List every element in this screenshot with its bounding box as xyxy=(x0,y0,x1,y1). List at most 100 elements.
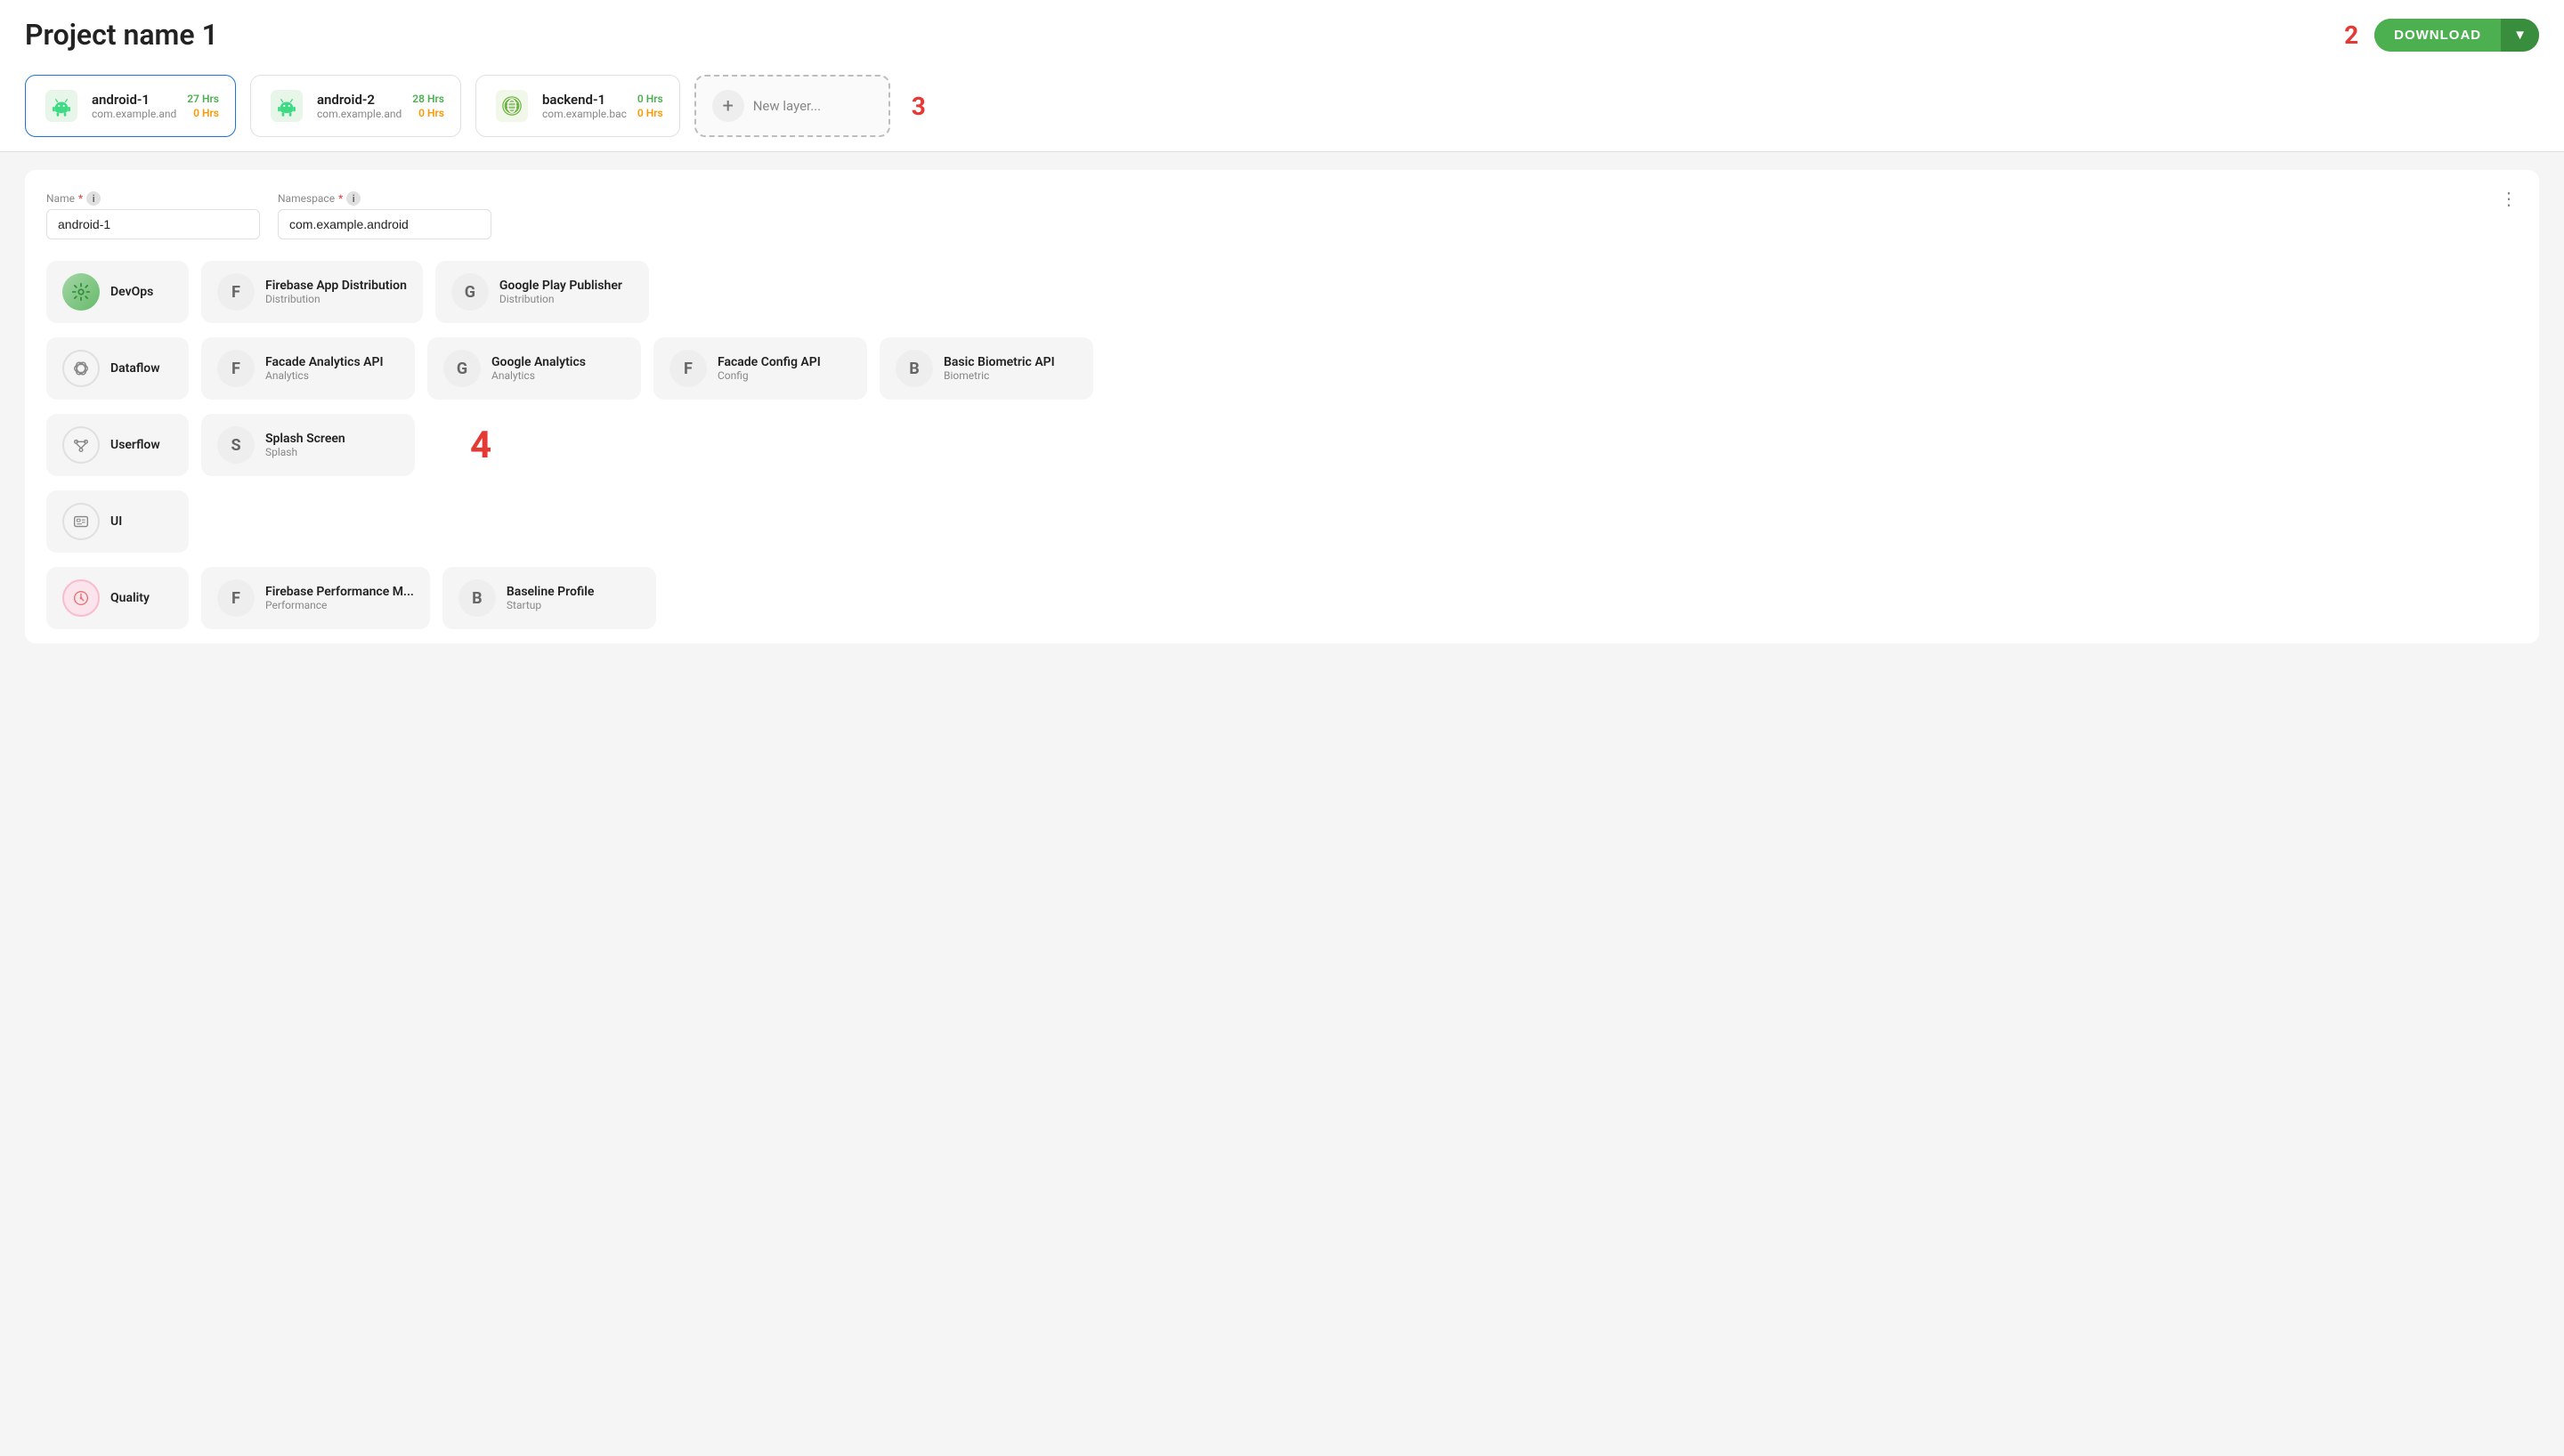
dataflow-icon xyxy=(62,350,100,387)
num4-badge: 4 xyxy=(427,414,534,476)
devops-text: DevOps xyxy=(110,285,153,299)
module-card-basic-biometric[interactable]: B Basic Biometric API Biometric xyxy=(880,337,1093,400)
module-card-dataflow[interactable]: Dataflow xyxy=(46,337,189,400)
module-card-devops[interactable]: DevOps xyxy=(46,261,189,323)
android-2-ns: com.example.and xyxy=(317,108,402,120)
module-card-ui[interactable]: UI xyxy=(46,490,189,553)
namespace-label: Namespace* i xyxy=(278,191,491,206)
google-play-icon: G xyxy=(451,273,489,311)
baseline-profile-text: Baseline Profile Startup xyxy=(507,585,595,611)
dataflow-text: Dataflow xyxy=(110,361,160,376)
namespace-info-icon[interactable]: i xyxy=(346,191,361,206)
android-1-hrs2: 0 Hrs xyxy=(193,107,219,119)
backend-1-hrs1: 0 Hrs xyxy=(637,93,663,105)
namespace-input[interactable] xyxy=(278,209,491,239)
android-2-info: android-2 com.example.and xyxy=(317,92,402,120)
devops-name: DevOps xyxy=(110,285,153,299)
backend-1-icon xyxy=(492,86,531,125)
module-card-splash[interactable]: S Splash Screen Splash xyxy=(201,414,415,476)
facade-config-name: Facade Config API xyxy=(718,355,821,369)
firebase-dist-text: Firebase App Distribution Distribution xyxy=(265,279,407,305)
header-num-badge: 2 xyxy=(2344,20,2358,50)
module-card-userflow[interactable]: Userflow xyxy=(46,414,189,476)
facade-analytics-name: Facade Analytics API xyxy=(265,355,383,369)
module-card-google-analytics[interactable]: G Google Analytics Analytics xyxy=(427,337,641,400)
google-play-sub: Distribution xyxy=(499,293,622,305)
new-layer-label: New layer... xyxy=(753,98,821,114)
android-2-hrs1: 28 Hrs xyxy=(412,93,444,105)
facade-config-text: Facade Config API Config xyxy=(718,355,821,382)
new-layer-card[interactable]: + New layer... xyxy=(694,75,890,137)
google-analytics-name: Google Analytics xyxy=(491,355,586,369)
ui-name: UI xyxy=(110,514,122,529)
baseline-profile-name: Baseline Profile xyxy=(507,585,595,599)
google-analytics-icon: G xyxy=(443,350,481,387)
module-card-baseline-profile[interactable]: B Baseline Profile Startup xyxy=(442,567,656,629)
new-layer-num-badge: 3 xyxy=(905,75,926,137)
devops-icon xyxy=(62,273,100,311)
layers-row: android-1 com.example.and 27 Hrs 0 Hrs xyxy=(0,62,2564,152)
google-play-text: Google Play Publisher Distribution xyxy=(499,279,622,305)
android-1-icon xyxy=(42,86,81,125)
more-options-button[interactable]: ⋮ xyxy=(2495,186,2523,212)
module-card-quality[interactable]: Quality xyxy=(46,567,189,629)
splash-text: Splash Screen Splash xyxy=(265,432,345,458)
firebase-perf-name: Firebase Performance M... xyxy=(265,585,414,599)
layer-card-android-2[interactable]: android-2 com.example.and 28 Hrs 0 Hrs xyxy=(250,75,461,137)
android-1-name: android-1 xyxy=(92,92,176,108)
project-title-num: 1 xyxy=(202,18,218,52)
userflow-icon xyxy=(62,426,100,464)
download-button-wrap: DOWNLOAD ▼ xyxy=(2374,19,2539,52)
android-1-info: android-1 com.example.and xyxy=(92,92,176,120)
android-1-meta: 27 Hrs 0 Hrs xyxy=(187,93,219,119)
namespace-field-group: Namespace* i xyxy=(278,191,491,239)
backend-1-meta: 0 Hrs 0 Hrs xyxy=(637,93,663,119)
facade-config-icon: F xyxy=(669,350,707,387)
backend-1-hrs2: 0 Hrs xyxy=(637,107,663,119)
module-card-facade-analytics[interactable]: F Facade Analytics API Analytics xyxy=(201,337,415,400)
name-info-icon[interactable]: i xyxy=(86,191,101,206)
android-1-hrs1: 27 Hrs xyxy=(187,93,219,105)
layer-card-backend-1[interactable]: backend-1 com.example.bac 0 Hrs 0 Hrs xyxy=(475,75,680,137)
download-button[interactable]: DOWNLOAD xyxy=(2374,19,2501,52)
facade-analytics-sub: Analytics xyxy=(265,369,383,382)
facade-config-sub: Config xyxy=(718,369,821,382)
firebase-perf-text: Firebase Performance M... Performance xyxy=(265,585,414,611)
firebase-perf-icon: F xyxy=(217,579,255,617)
module-card-google-play[interactable]: G Google Play Publisher Distribution xyxy=(435,261,649,323)
ui-icon xyxy=(62,503,100,540)
quality-icon xyxy=(62,579,100,617)
download-chevron-button[interactable]: ▼ xyxy=(2501,19,2539,52)
firebase-perf-sub: Performance xyxy=(265,599,414,611)
android-2-meta: 28 Hrs 0 Hrs xyxy=(412,93,444,119)
baseline-profile-icon: B xyxy=(458,579,496,617)
dataflow-name: Dataflow xyxy=(110,361,160,376)
name-input[interactable] xyxy=(46,209,260,239)
android-2-hrs2: 0 Hrs xyxy=(418,107,444,119)
module-card-facade-config[interactable]: F Facade Config API Config xyxy=(653,337,867,400)
backend-1-ns: com.example.bac xyxy=(542,108,627,120)
ui-text: UI xyxy=(110,514,122,529)
firebase-dist-sub: Distribution xyxy=(265,293,407,305)
module-card-firebase-perf[interactable]: F Firebase Performance M... Performance xyxy=(201,567,430,629)
android-2-name: android-2 xyxy=(317,92,402,108)
splash-name: Splash Screen xyxy=(265,432,345,446)
userflow-text: Userflow xyxy=(110,438,160,452)
facade-analytics-text: Facade Analytics API Analytics xyxy=(265,355,383,382)
quality-text: Quality xyxy=(110,591,150,605)
layer-card-android-1[interactable]: android-1 com.example.and 27 Hrs 0 Hrs xyxy=(25,75,236,137)
baseline-profile-sub: Startup xyxy=(507,599,595,611)
facade-analytics-icon: F xyxy=(217,350,255,387)
content-card: ⋮ Name* i Namespace* i xyxy=(25,170,2539,643)
basic-biometric-text: Basic Biometric API Biometric xyxy=(944,355,1055,382)
module-card-firebase-dist[interactable]: F Firebase App Distribution Distribution xyxy=(201,261,423,323)
android-2-icon xyxy=(267,86,306,125)
new-layer-plus-icon: + xyxy=(712,90,744,122)
basic-biometric-name: Basic Biometric API xyxy=(944,355,1055,369)
basic-biometric-sub: Biometric xyxy=(944,369,1055,382)
header: Project name 1 2 DOWNLOAD ▼ xyxy=(0,0,2564,62)
basic-biometric-icon: B xyxy=(896,350,933,387)
modules-row-4: UI xyxy=(46,490,2518,553)
google-play-name: Google Play Publisher xyxy=(499,279,622,293)
modules-row-2: Dataflow F Facade Analytics API Analytic… xyxy=(46,337,2518,400)
